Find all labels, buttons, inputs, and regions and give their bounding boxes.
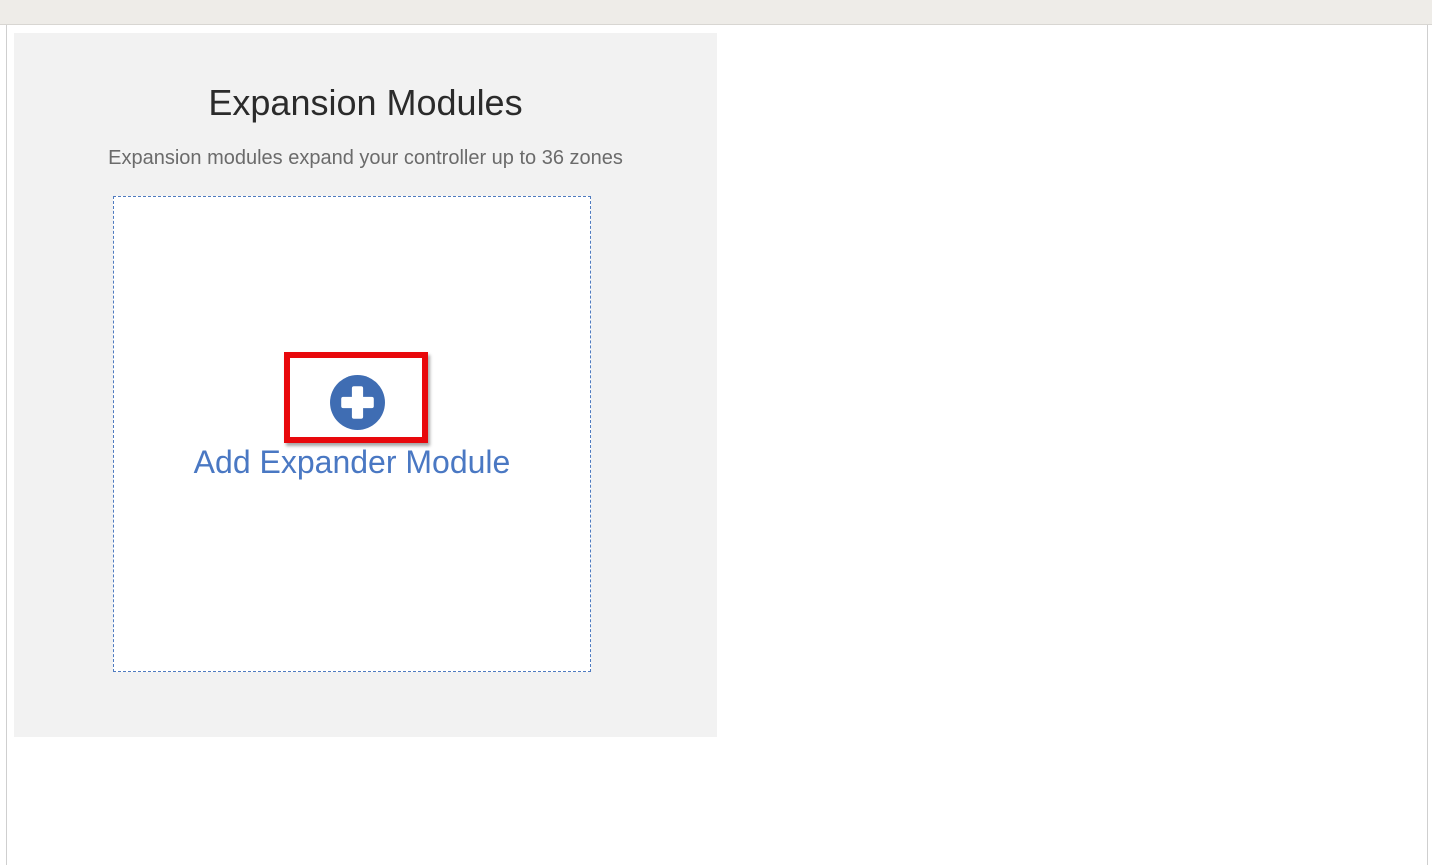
add-module-icon-button[interactable] [284,352,428,443]
plus-circle-icon[interactable] [329,374,386,431]
panel-title: Expansion Modules [208,82,523,123]
panel-subtitle: Expansion modules expand your controller… [108,147,623,169]
top-strip [0,0,1432,25]
add-expander-module-link[interactable]: Add Expander Module [113,440,591,484]
